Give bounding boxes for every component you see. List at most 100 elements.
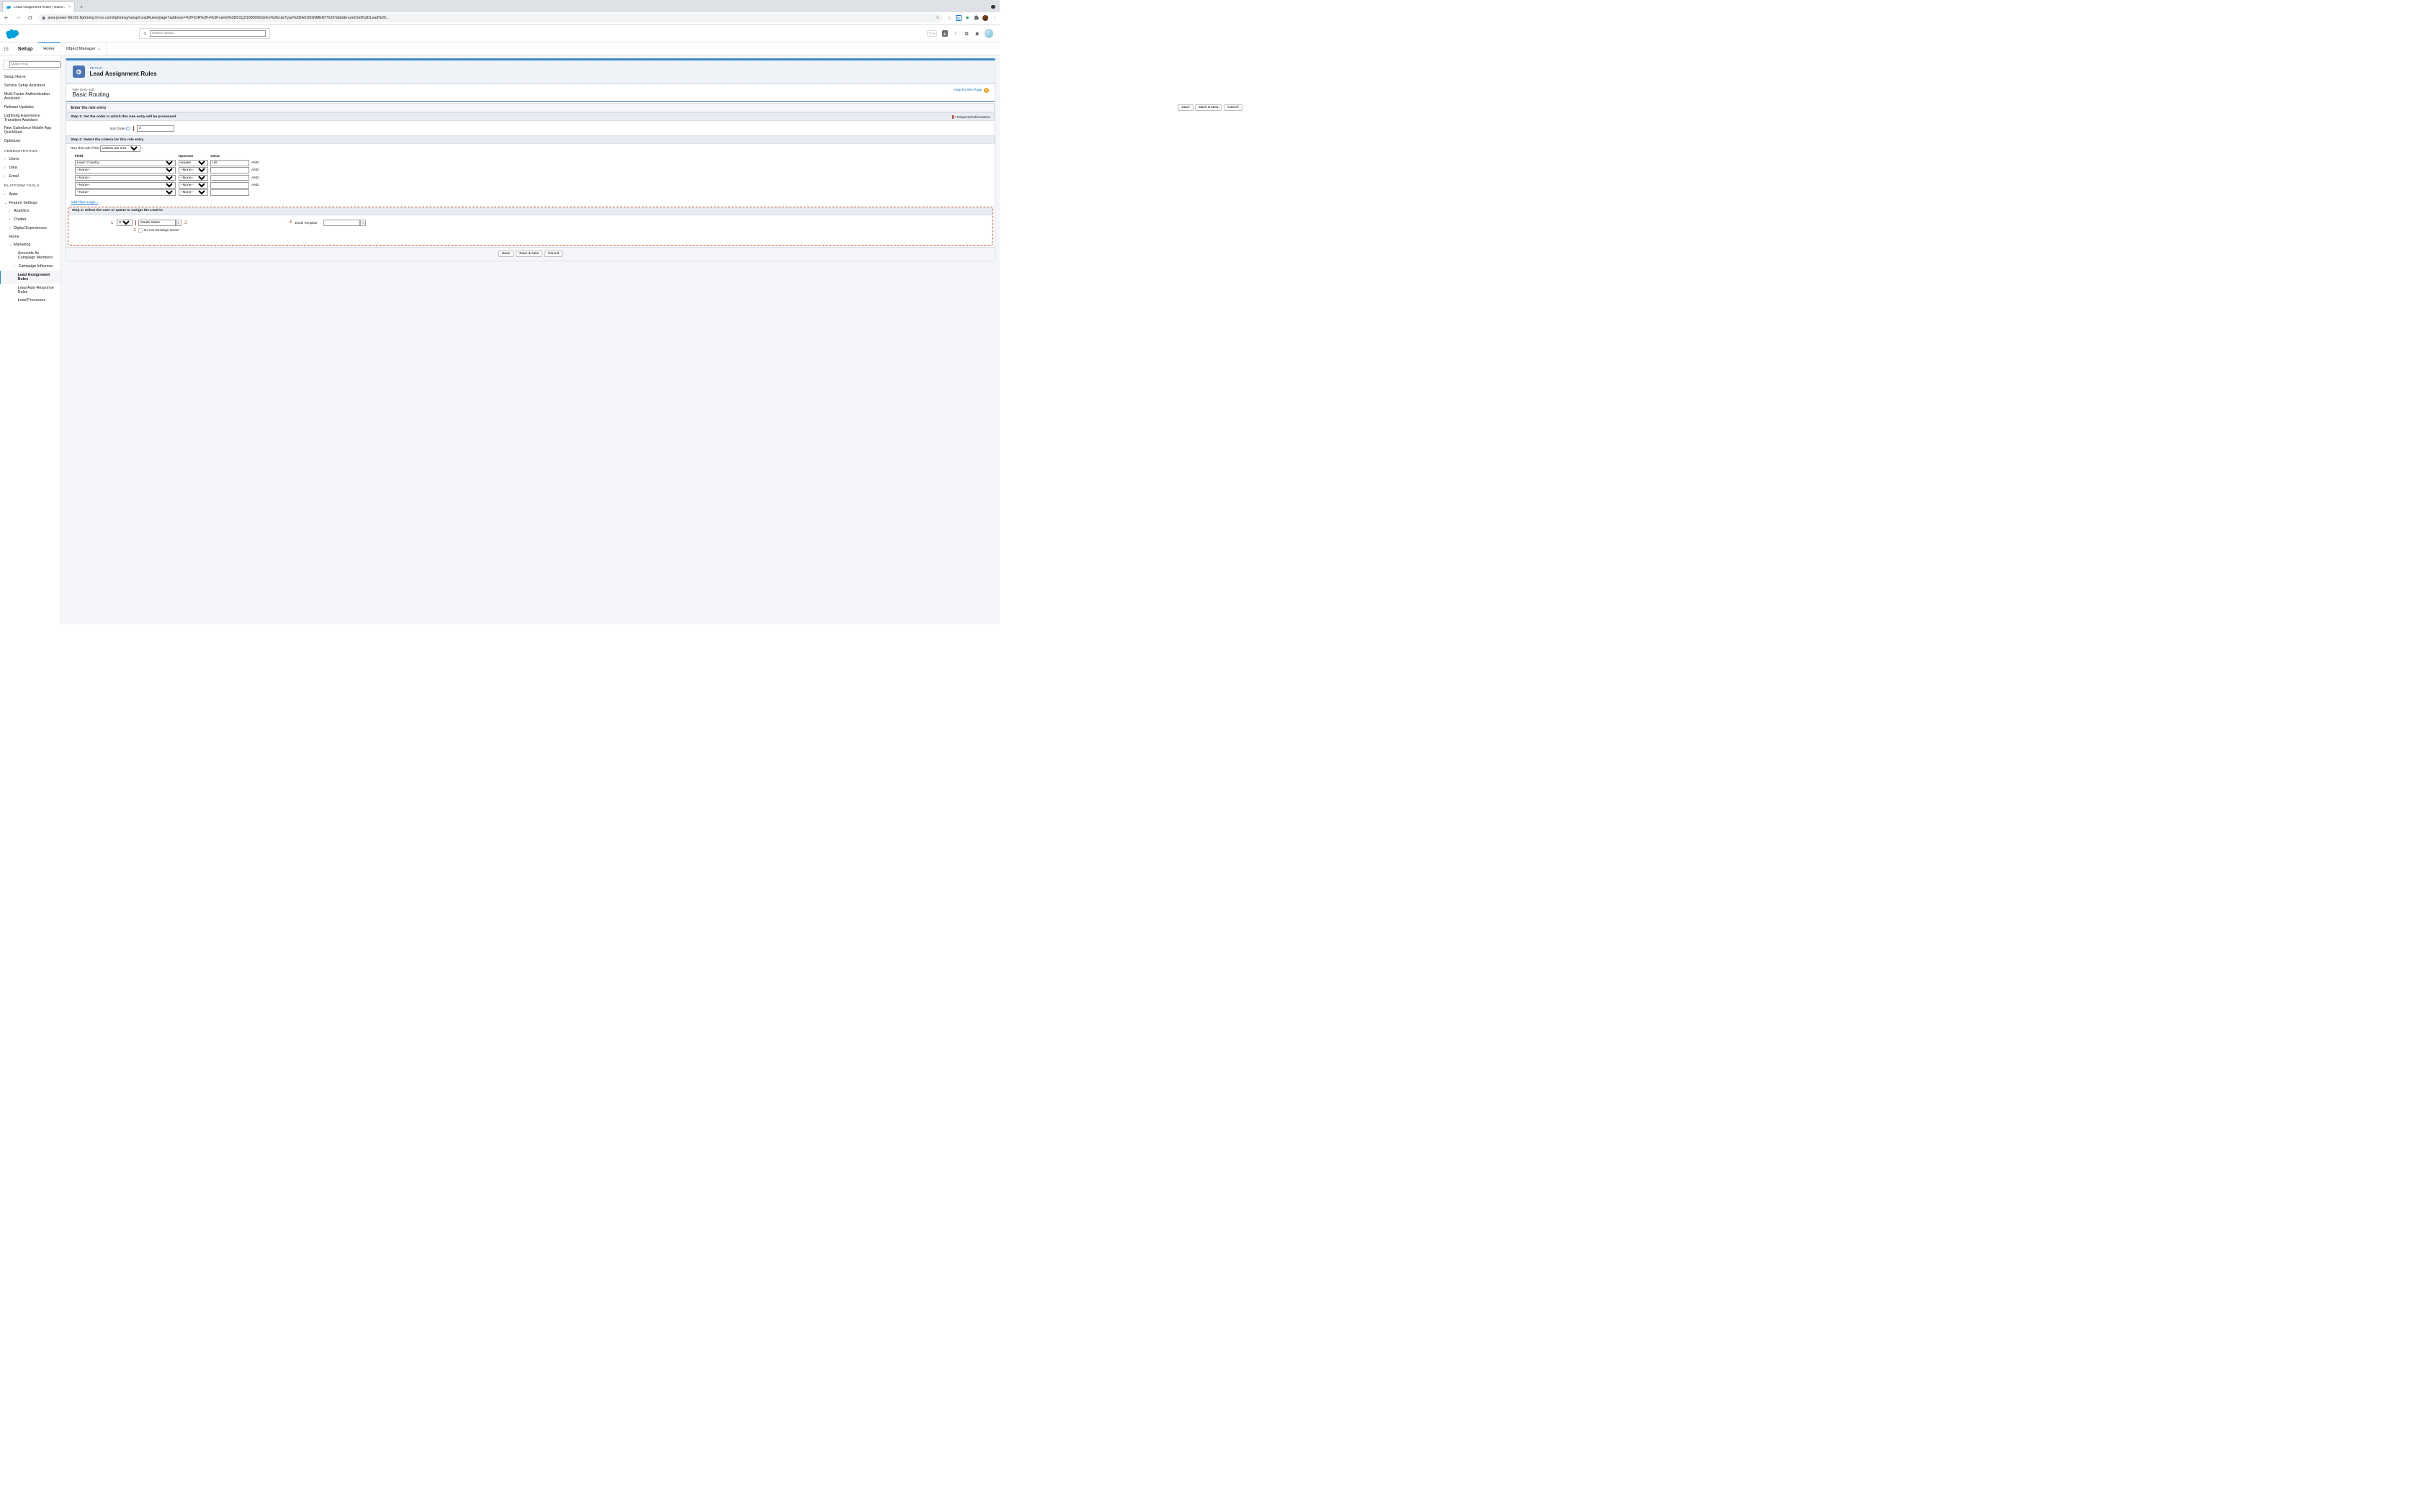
step3-highlight: Step 3: Select the user or queue to assi… (68, 207, 993, 246)
extensions-icon[interactable] (973, 15, 979, 21)
sidebar-heading-admin: ADMINISTRATION (0, 145, 60, 155)
browser-tab[interactable]: Lead Assignment Rules | Sales... × (2, 1, 75, 12)
back-button[interactable] (2, 14, 11, 22)
assignee-input[interactable] (138, 220, 176, 226)
bell-icon[interactable] (974, 30, 980, 36)
sidebar-item-chatter[interactable]: ›Chatter (0, 215, 60, 224)
lookup-icon[interactable] (360, 220, 366, 225)
sidebar-item-lead-processes[interactable]: Lead Processes (0, 296, 60, 305)
close-icon[interactable]: × (68, 5, 71, 9)
assignee-type-select[interactable]: User (117, 220, 133, 226)
new-tab-button[interactable]: + (77, 3, 86, 12)
required-marker (133, 126, 134, 131)
operator-select[interactable]: --None-- (179, 189, 208, 196)
criteria-row: --None-- --None-- AND (71, 167, 990, 174)
sidebar-item-email[interactable]: ›Email (0, 172, 60, 181)
help-icon: ? (984, 88, 989, 93)
save-and-new-button[interactable]: Save & New (516, 251, 542, 257)
setup-subheader: Setup Home Object Manager ⌄ (0, 42, 1000, 55)
search-input[interactable] (150, 30, 266, 37)
sidebar-item-marketing[interactable]: ⌄Marketing (0, 241, 60, 250)
help-icon[interactable]: ? (953, 30, 959, 36)
sidebar-item-campaign-influence[interactable]: ›Campaign Influence (0, 262, 60, 271)
global-search[interactable] (139, 28, 270, 39)
gear-icon[interactable] (963, 30, 969, 36)
sidebar-item-service-setup[interactable]: Service Setup Assistant (0, 81, 60, 90)
lookup-icon[interactable] (176, 220, 182, 225)
sidebar-item-mfa-assistant[interactable]: Multi-Factor Authentication Assistant (0, 90, 60, 103)
and-label: AND (251, 161, 269, 165)
sidebar-item-lead-autoresponse[interactable]: Lead Auto-Response Rules (0, 284, 60, 297)
sidebar-item-analytics[interactable]: ›Analytics (0, 207, 60, 215)
operator-select[interactable]: --None-- (179, 167, 208, 174)
callout-marker-4: 4 (289, 220, 293, 225)
extension-icon[interactable]: Q (956, 15, 962, 21)
value-input[interactable] (210, 160, 249, 166)
step1-header: Step 1: Set the order in which this rule… (66, 112, 995, 121)
menu-icon[interactable]: ⋮ (991, 15, 997, 21)
field-select[interactable]: --None-- (75, 175, 176, 181)
browser-address-bar: java-power-66192.lightning.force.com/lig… (0, 12, 1000, 25)
app-launcher-icon[interactable] (0, 46, 12, 51)
window-control-icon[interactable] (991, 5, 995, 9)
sidebar-item-optimizer[interactable]: Optimizer (0, 137, 60, 145)
setup-label: Setup (12, 45, 37, 52)
sidebar-item-setup-home[interactable]: Setup Home (0, 73, 60, 82)
value-input[interactable] (210, 175, 249, 181)
field-select[interactable]: Lead: Country (75, 160, 176, 166)
content-area: SETUP Lead Assignment Rules Rule Entry E… (61, 55, 999, 625)
sidebar-item-lead-assignment-rules[interactable]: Lead Assignment Rules (0, 271, 60, 284)
sidebar-item-apps[interactable]: ›Apps (0, 190, 60, 199)
chevron-right-icon: › (14, 264, 17, 269)
cancel-button[interactable]: Cancel (544, 251, 563, 257)
do-not-reassign-checkbox[interactable] (138, 228, 142, 232)
chevron-down-icon: ⌄ (97, 47, 100, 51)
value-input[interactable] (210, 167, 249, 174)
quick-find-input[interactable] (9, 61, 60, 68)
callout-marker-3: 3 (133, 228, 137, 233)
operator-select[interactable]: equals (179, 160, 208, 166)
favorites-button[interactable]: ☆▼ (927, 30, 937, 37)
field-select[interactable]: --None-- (75, 182, 176, 189)
save-button[interactable]: Save (498, 251, 514, 257)
info-icon[interactable]: ⓘ (946, 15, 952, 21)
add-icon[interactable]: ＋ (942, 30, 948, 36)
sidebar-item-digital-experiences[interactable]: ›Digital Experiences (0, 224, 60, 233)
value-input[interactable] (210, 182, 249, 189)
sidebar-item-users[interactable]: ›Users (0, 155, 60, 163)
url-field[interactable]: java-power-66192.lightning.force.com/lig… (38, 14, 943, 22)
email-template-input[interactable] (323, 220, 361, 226)
enter-rule-entry-label: Enter the rule entry (71, 106, 106, 110)
sidebar-item-feature-settings[interactable]: ⌄Feature Settings (0, 199, 60, 207)
operator-select[interactable]: --None-- (179, 175, 208, 181)
callout-marker-1: 1 (110, 220, 115, 225)
help-link[interactable]: Help for this Page? (954, 88, 988, 93)
quick-find[interactable] (3, 60, 58, 70)
tab-home[interactable]: Home (38, 42, 60, 55)
sort-order-input[interactable] (137, 125, 174, 132)
url-text: java-power-66192.lightning.force.com/lig… (48, 16, 933, 20)
add-filter-logic-link[interactable]: Add Filter Logic... (66, 199, 995, 207)
extension-icon[interactable]: ◉ (964, 15, 970, 21)
sidebar-item-lex-transition[interactable]: Lightning Experience Transition Assistan… (0, 112, 60, 125)
sidebar-item-accounts-campaign[interactable]: Accounts As Campaign Members (0, 249, 60, 262)
star-icon[interactable]: ☆ (936, 16, 940, 20)
sidebar-item-data[interactable]: ›Data (0, 163, 60, 172)
reload-button[interactable] (26, 14, 35, 22)
lock-icon (42, 16, 45, 19)
value-input[interactable] (210, 189, 249, 196)
salesforce-logo-icon[interactable] (6, 28, 20, 39)
info-icon[interactable]: i (126, 127, 130, 130)
field-select[interactable]: --None-- (75, 167, 176, 174)
condition-select[interactable]: criteria are met (100, 145, 140, 152)
sort-order-label: Sort Orderi (71, 127, 130, 130)
operator-select[interactable]: --None-- (179, 182, 208, 189)
profile-icon[interactable] (982, 15, 988, 21)
field-select[interactable]: --None-- (75, 189, 176, 196)
sidebar-item-release-updates[interactable]: Release Updates (0, 103, 60, 112)
tab-object-manager[interactable]: Object Manager ⌄ (60, 42, 106, 55)
avatar[interactable] (985, 29, 993, 37)
sidebar-item-mobile-quickstart[interactable]: New Salesforce Mobile App QuickStart (0, 124, 60, 137)
chevron-right-icon: › (9, 209, 12, 213)
sidebar-item-home[interactable]: Home (0, 233, 60, 241)
